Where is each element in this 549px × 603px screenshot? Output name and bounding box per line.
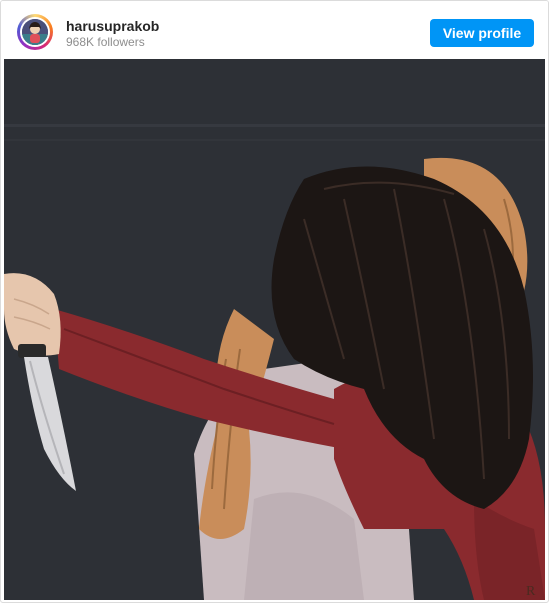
follower-count: 968K followers	[66, 35, 145, 49]
avatar-ring	[20, 17, 50, 47]
view-profile-button[interactable]: View profile	[430, 19, 534, 47]
instagram-embed: harusuprakob 968K followers View profile	[0, 0, 549, 603]
artist-signature: R	[526, 584, 536, 599]
user-avatar-icon	[22, 19, 48, 45]
post-header: harusuprakob 968K followers View profile	[1, 1, 548, 59]
hugging-illustration: R	[4, 59, 545, 600]
profile-avatar[interactable]	[17, 14, 53, 50]
username-link[interactable]: harusuprakob	[66, 18, 159, 34]
post-image[interactable]: R	[4, 59, 545, 600]
